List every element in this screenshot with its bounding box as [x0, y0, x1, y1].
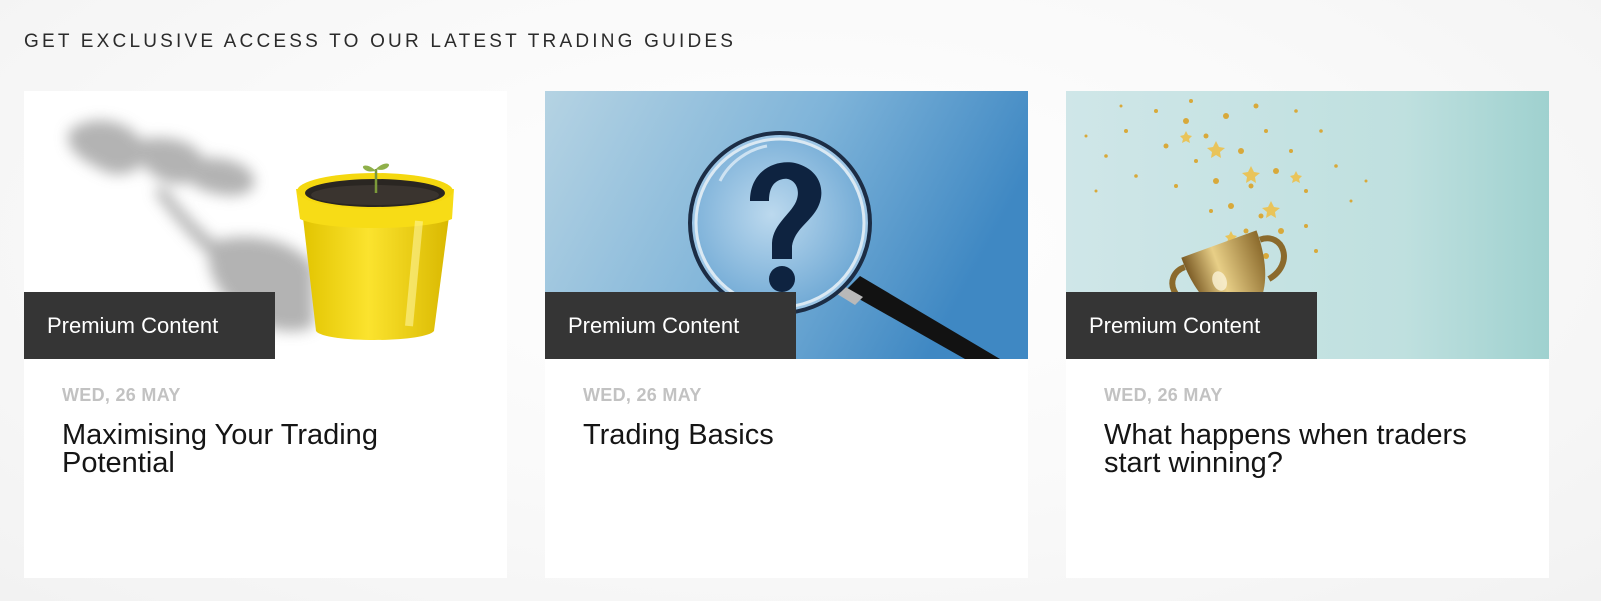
guide-card[interactable]: Premium Content WED, 26 MAY Trading Basi… [545, 91, 1028, 578]
card-image[interactable]: Premium Content [545, 91, 1028, 359]
trading-guides-section: GET EXCLUSIVE ACCESS TO OUR LATEST TRADI… [0, 0, 1601, 601]
card-title[interactable]: Maximising Your Trading Potential [62, 421, 482, 478]
card-image[interactable]: Premium Content [1066, 91, 1549, 359]
premium-content-badge[interactable]: Premium Content [1066, 292, 1317, 359]
guide-card[interactable]: Premium Content WED, 26 MAY Maximising Y… [24, 91, 507, 578]
premium-content-badge[interactable]: Premium Content [24, 292, 275, 359]
guide-card[interactable]: Premium Content WED, 26 MAY What happens… [1066, 91, 1549, 578]
premium-content-badge[interactable]: Premium Content [545, 292, 796, 359]
section-heading: GET EXCLUSIVE ACCESS TO OUR LATEST TRADI… [24, 31, 737, 52]
card-date: WED, 26 MAY [583, 385, 702, 405]
card-title[interactable]: What happens when traders start winning? [1104, 421, 1524, 478]
card-image[interactable]: Premium Content [24, 91, 507, 359]
card-title[interactable]: Trading Basics [583, 421, 1003, 450]
card-date: WED, 26 MAY [62, 385, 181, 405]
card-date: WED, 26 MAY [1104, 385, 1223, 405]
